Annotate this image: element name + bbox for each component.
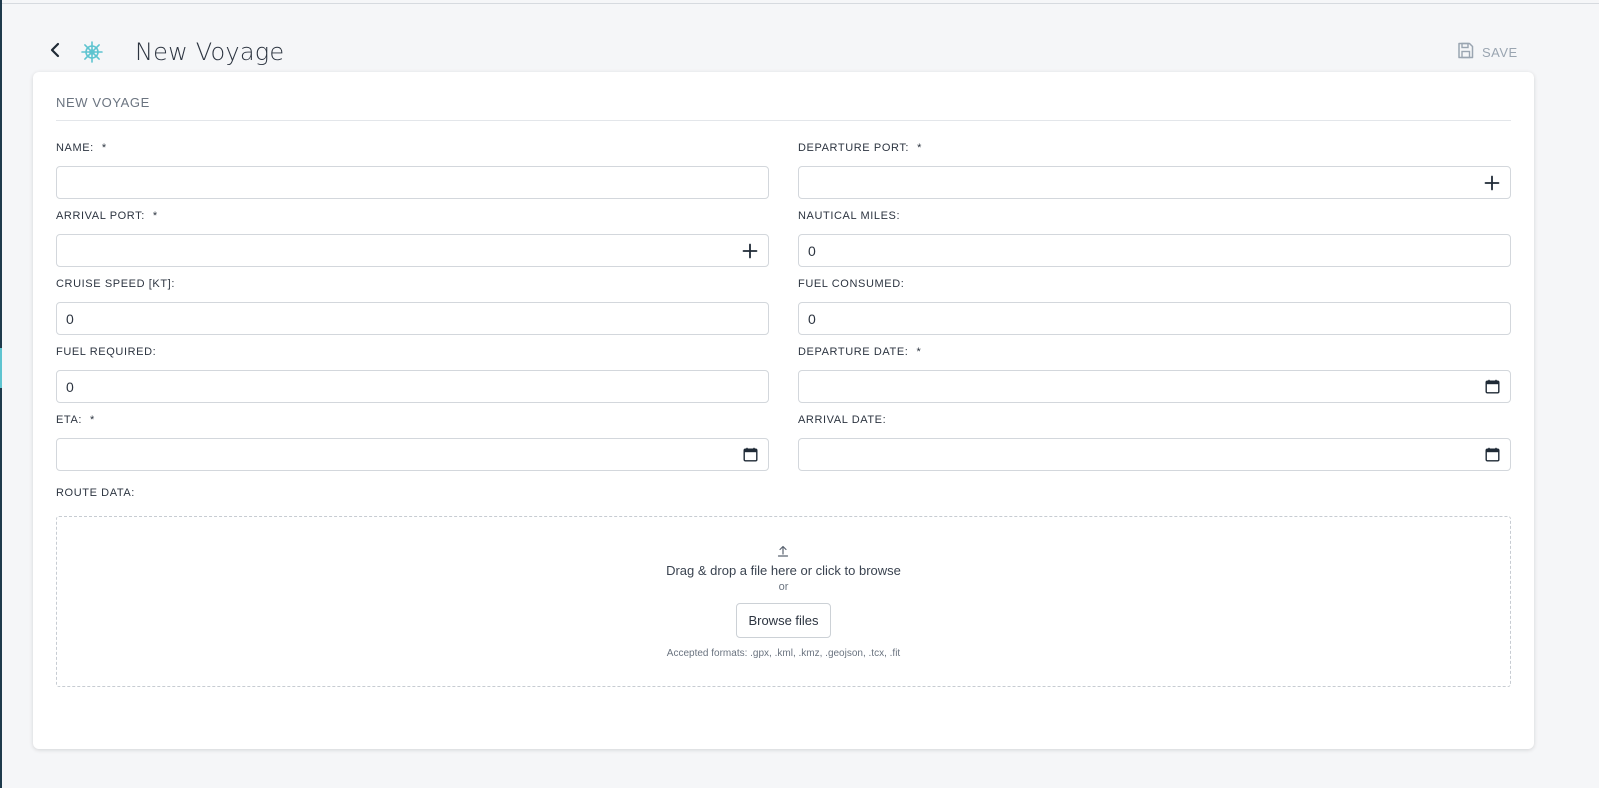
plus-icon[interactable] <box>1483 174 1501 192</box>
calendar-icon[interactable] <box>1483 378 1501 396</box>
fuel-consumed-field: FUEL CONSUMED: 0 <box>798 277 1511 335</box>
nautical-miles-value: 0 <box>808 242 816 259</box>
chevron-left-icon <box>49 42 61 63</box>
required-marker: * <box>152 210 158 222</box>
route-data-label: ROUTE DATA: <box>56 487 135 499</box>
back-button[interactable] <box>44 40 66 64</box>
cruise-speed-input[interactable]: 0 <box>56 302 769 335</box>
left-rail-accent <box>0 348 2 388</box>
plus-icon[interactable] <box>741 242 759 260</box>
name-label: NAME: <box>56 142 94 154</box>
ship-wheel-icon <box>81 41 103 63</box>
cruise-speed-value: 0 <box>66 310 74 327</box>
name-input[interactable] <box>56 166 769 199</box>
nautical-miles-input[interactable]: 0 <box>798 234 1511 267</box>
departure-port-field: DEPARTURE PORT: * <box>798 141 1511 199</box>
left-rail <box>0 0 2 788</box>
arrival-port-field: ARRIVAL PORT: * <box>56 209 769 267</box>
calendar-icon[interactable] <box>1483 446 1501 464</box>
page-header: New Voyage SAVE <box>0 0 1599 80</box>
arrival-date-label: ARRIVAL DATE: <box>798 414 887 426</box>
departure-port-input[interactable] <box>798 166 1511 199</box>
fuel-consumed-value: 0 <box>808 310 816 327</box>
departure-date-label: DEPARTURE DATE: <box>798 346 909 358</box>
drop-instructions: Drag & drop a file here or click to brow… <box>666 563 901 578</box>
fuel-required-input[interactable]: 0 <box>56 370 769 403</box>
arrival-date-input[interactable] <box>798 438 1511 471</box>
upload-icon <box>777 544 789 557</box>
name-field: NAME: * <box>56 141 769 199</box>
required-marker: * <box>917 142 922 154</box>
drop-or-text: or <box>778 581 789 593</box>
nautical-miles-label: NAUTICAL MILES: <box>798 210 901 222</box>
route-file-dropzone[interactable]: Drag & drop a file here or click to brow… <box>56 516 1511 687</box>
fuel-consumed-input[interactable]: 0 <box>798 302 1511 335</box>
arrival-date-field: ARRIVAL DATE: <box>798 413 1511 471</box>
fuel-required-field: FUEL REQUIRED: 0 <box>56 345 769 403</box>
eta-field: ETA: * <box>56 413 769 471</box>
save-label: SAVE <box>1482 44 1518 60</box>
fuel-required-label: FUEL REQUIRED: <box>56 346 157 358</box>
eta-input[interactable] <box>56 438 769 471</box>
arrival-port-label: ARRIVAL PORT: <box>56 210 145 222</box>
departure-date-input[interactable] <box>798 370 1511 403</box>
required-marker: * <box>90 414 95 426</box>
page-title: New Voyage <box>135 38 285 66</box>
calendar-icon[interactable] <box>741 446 759 464</box>
voyage-form-card: NEW VOYAGE NAME: * DEPARTURE PORT: * ARRIV… <box>33 72 1534 749</box>
required-marker: * <box>101 142 107 154</box>
floppy-disk-icon <box>1457 42 1474 62</box>
browse-files-button[interactable]: Browse files <box>736 603 831 638</box>
section-divider <box>56 120 1511 121</box>
eta-label: ETA: <box>56 414 83 426</box>
fuel-consumed-label: FUEL CONSUMED: <box>798 278 905 290</box>
arrival-port-input[interactable] <box>56 234 769 267</box>
departure-port-label: DEPARTURE PORT: <box>798 142 910 154</box>
cruise-speed-field: CRUISE SPEED [KT]: 0 <box>56 277 769 335</box>
nautical-miles-field: NAUTICAL MILES: 0 <box>798 209 1511 267</box>
fuel-required-value: 0 <box>66 378 74 395</box>
cruise-speed-label: CRUISE SPEED [KT]: <box>56 278 175 290</box>
save-button[interactable]: SAVE <box>1457 42 1518 62</box>
required-marker: * <box>916 346 922 358</box>
departure-date-field: DEPARTURE DATE: * <box>798 345 1511 403</box>
section-title: NEW VOYAGE <box>56 95 150 110</box>
accepted-formats-text: Accepted formats: .gpx, .kml, .kmz, .geo… <box>666 648 901 659</box>
